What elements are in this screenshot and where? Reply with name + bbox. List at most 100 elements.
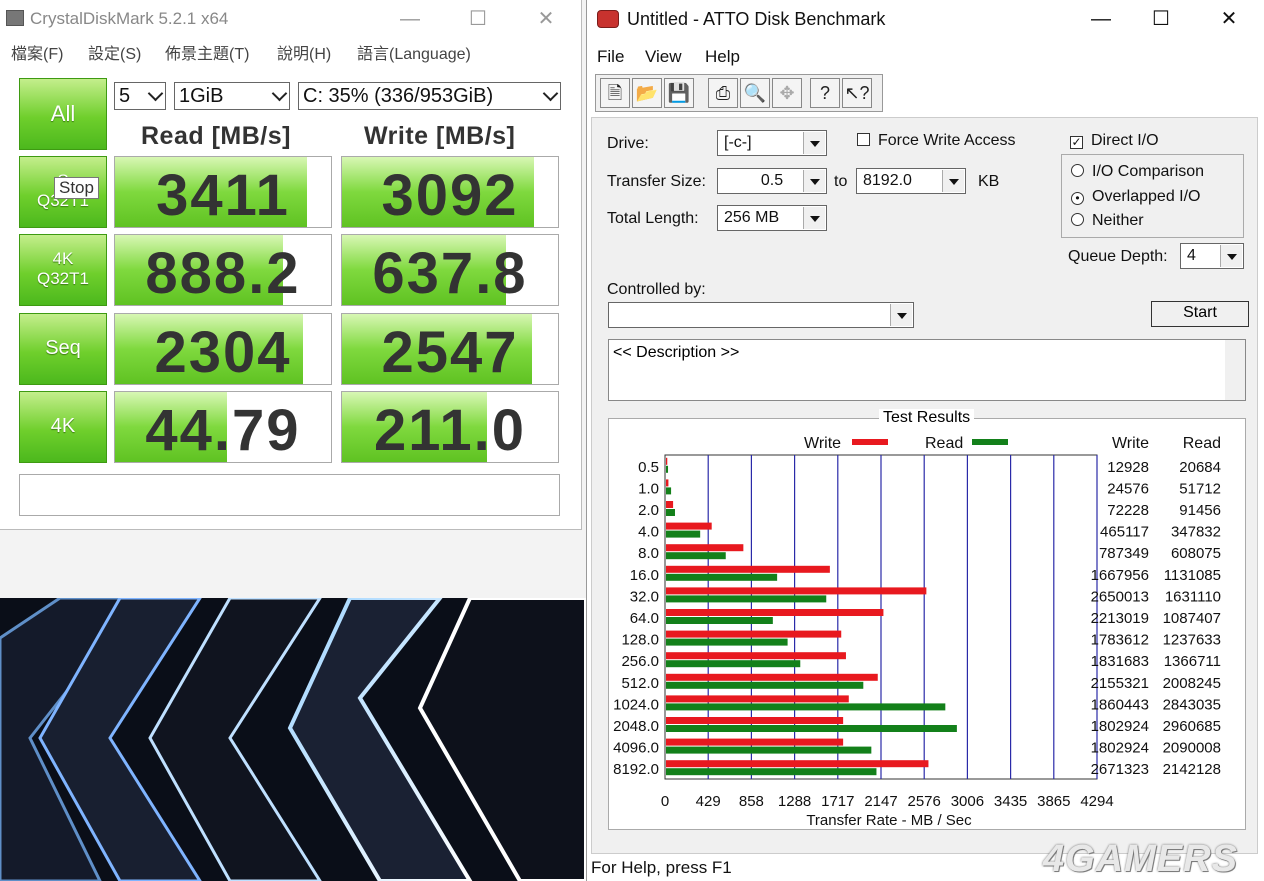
io-comparison-radio[interactable]: I/O Comparison (1071, 163, 1204, 181)
drive-select[interactable]: C: 35% (336/953GiB) (298, 82, 561, 110)
direct-io-checkbox[interactable]: ✓ Direct I/O (1070, 132, 1159, 150)
menu-help[interactable]: 說明(H) (277, 40, 331, 64)
menu-view[interactable]: View (645, 47, 682, 67)
read-bar (666, 595, 827, 603)
write-data-label: 2213019 (1091, 610, 1149, 627)
radio-selected-icon: • (1071, 192, 1084, 205)
menu-theme[interactable]: 佈景主題(T) (165, 40, 249, 64)
atto-window: Untitled - ATTO Disk Benchmark — ☐ ✕ Fil… (586, 0, 1264, 881)
y-tick-label: 2048.0 (613, 718, 659, 735)
total-length-select[interactable]: 256 MB (717, 205, 827, 231)
read-value: 888.2 (145, 241, 301, 306)
size-select[interactable]: 1GiB (174, 82, 290, 110)
x-tick-label: 2576 (908, 793, 941, 810)
force-write-checkbox[interactable]: Force Write Access (857, 132, 1016, 150)
menu-language[interactable]: 語言(Language) (357, 40, 471, 64)
y-tick-label: 512.0 (621, 675, 659, 692)
y-tick-label: 1024.0 (613, 696, 659, 713)
count-select[interactable]: 5 (114, 82, 166, 110)
read-result-cell: 888.2 (114, 234, 332, 306)
overlapped-io-label: Overlapped I/O (1092, 188, 1201, 205)
write-data-label: 1802924 (1091, 740, 1149, 757)
minimize-button[interactable]: — (1087, 6, 1115, 32)
test-button-3[interactable]: 4K (19, 391, 107, 463)
read-data-label: 1366711 (1164, 653, 1221, 670)
start-button[interactable]: Start (1151, 301, 1249, 327)
open-folder-icon[interactable]: 📂 (632, 78, 662, 108)
chevron-down-icon (274, 86, 285, 102)
description-field[interactable]: << Description >> (608, 339, 1246, 401)
y-tick-label: 4.0 (638, 524, 659, 541)
close-button[interactable]: ✕ (1215, 6, 1243, 32)
read-bar (666, 552, 726, 560)
atto-toolbar: 🗎 📂 💾 ⎙ 🔍 ✥ ? ↖? (595, 74, 883, 112)
print-icon[interactable]: ⎙ (708, 78, 738, 108)
read-value: 3411 (156, 163, 290, 228)
chevron-down-icon (545, 86, 556, 102)
overlapped-io-radio[interactable]: • Overlapped I/O (1071, 188, 1201, 206)
write-value: 2547 (381, 320, 519, 385)
transfer-from-select[interactable]: 0.5 (717, 168, 827, 194)
all-button[interactable]: All (19, 78, 107, 150)
radio-icon (1071, 164, 1084, 177)
save-icon[interactable]: 💾 (664, 78, 694, 108)
legend-read-label: Read (925, 435, 963, 452)
chevron-down-icon (1220, 245, 1242, 267)
test-button-1[interactable]: 4K Q32T1 (19, 234, 107, 306)
maximize-button[interactable]: ☐ (464, 6, 492, 32)
menu-file[interactable]: File (597, 47, 624, 67)
read-bar (666, 746, 872, 754)
read-result-cell: 44.79 (114, 391, 332, 463)
move-icon[interactable]: ✥ (772, 78, 802, 108)
context-help-icon[interactable]: ↖? (842, 78, 872, 108)
write-header: Write [MB/s] (364, 122, 516, 150)
write-data-label: 1802924 (1091, 718, 1149, 735)
cdm-comment-field[interactable] (19, 474, 560, 516)
chevron-down-icon (803, 132, 825, 154)
neither-radio[interactable]: Neither (1071, 212, 1144, 230)
radio-icon (1071, 213, 1084, 226)
read-bar (666, 465, 669, 473)
menu-file[interactable]: 檔案(F) (11, 40, 63, 64)
minimize-button[interactable]: — (396, 6, 424, 32)
new-file-icon[interactable]: 🗎 (600, 78, 630, 108)
queue-depth-label: Queue Depth: (1068, 248, 1168, 265)
queue-depth-select[interactable]: 4 (1180, 243, 1244, 269)
app-icon (6, 10, 24, 26)
write-bar (666, 630, 842, 638)
test-button-2[interactable]: Seq (19, 313, 107, 385)
x-tick-label: 0 (661, 793, 669, 810)
read-value: 44.79 (145, 398, 301, 463)
transfer-to-select[interactable]: 8192.0 (856, 168, 966, 194)
write-bar (666, 673, 878, 681)
read-bar (666, 768, 877, 776)
read-data-label: 2090008 (1163, 740, 1221, 757)
direct-io-label: Direct I/O (1091, 132, 1159, 149)
read-data-label: 1237633 (1163, 632, 1221, 649)
maximize-button[interactable]: ☐ (1147, 6, 1175, 32)
read-data-label: 347832 (1171, 524, 1221, 541)
description-scrollbar[interactable] (1225, 340, 1245, 400)
settings-panel: Drive: [-c-] Force Write Access ✓ Direct … (591, 117, 1258, 854)
write-data-label: 1783612 (1091, 632, 1149, 649)
about-icon[interactable]: ? (810, 78, 840, 108)
atto-title: Untitled - ATTO Disk Benchmark (627, 9, 886, 29)
write-bar (666, 457, 668, 465)
y-tick-label: 8.0 (638, 545, 659, 562)
menu-help[interactable]: Help (705, 47, 740, 67)
print-preview-icon[interactable]: 🔍 (740, 78, 770, 108)
y-tick-label: 16.0 (630, 567, 659, 584)
close-button[interactable]: ✕ (532, 6, 560, 32)
transfer-size-label: Transfer Size: (607, 173, 706, 190)
controlled-by-select[interactable] (608, 302, 914, 328)
x-axis-label: Transfer Rate - MB / Sec (806, 812, 972, 829)
write-bar (666, 760, 929, 768)
io-comparison-label: I/O Comparison (1092, 163, 1205, 180)
stop-tooltip: Stop (54, 177, 99, 199)
drive-select[interactable]: [-c-] (717, 130, 827, 156)
read-data-label: 2008245 (1163, 675, 1221, 692)
read-bar (666, 725, 957, 732)
test-label: 4K (52, 249, 74, 268)
x-tick-label: 4294 (1080, 793, 1113, 810)
menu-settings[interactable]: 設定(S) (88, 40, 141, 64)
